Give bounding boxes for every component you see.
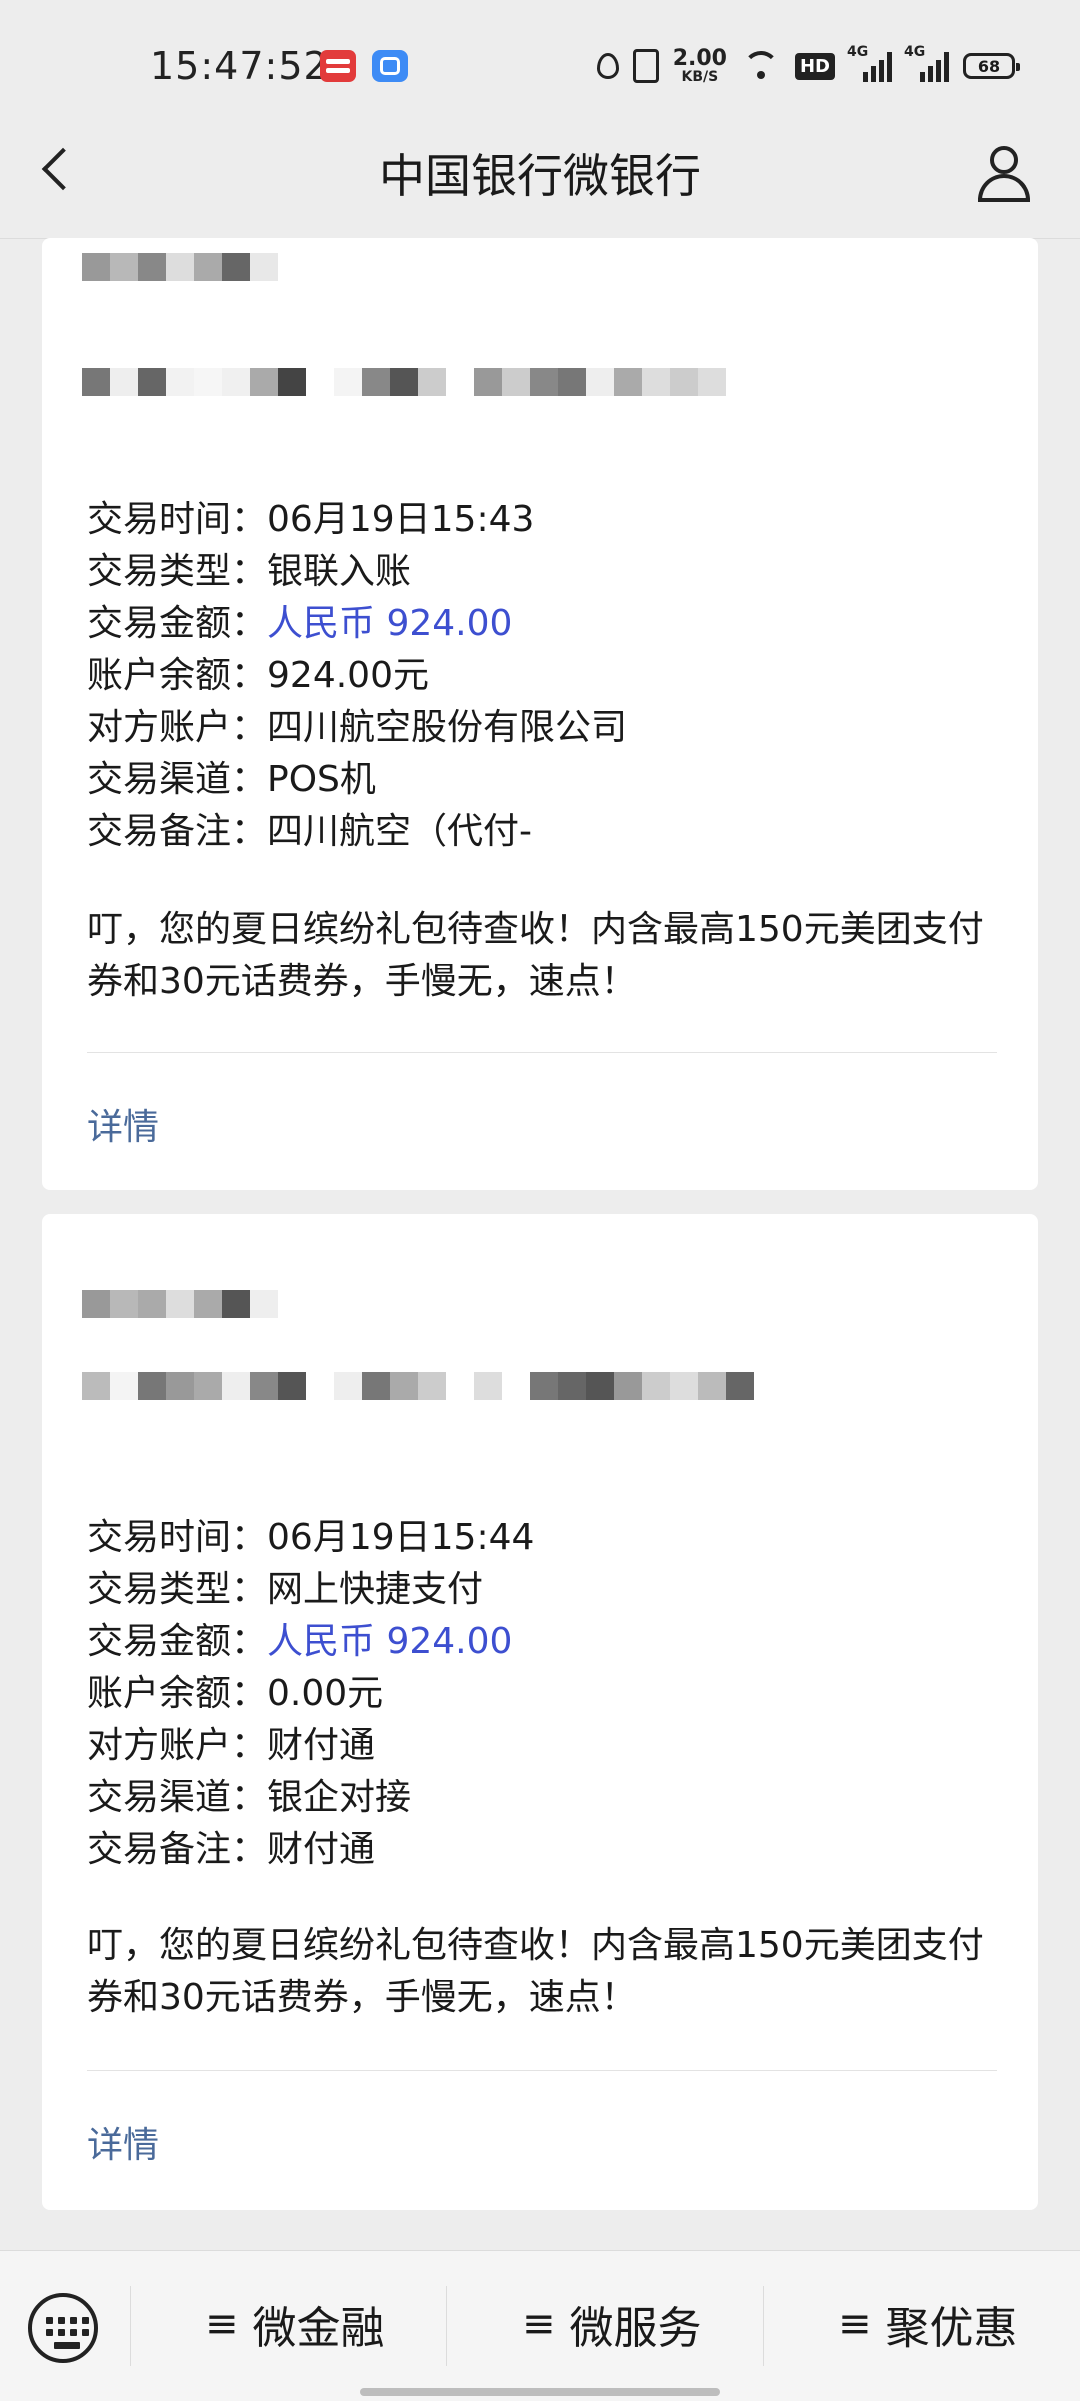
info-value: 06月19日15:43 [267,499,535,540]
menu-label: 微金融 [252,2303,385,2354]
card-divider [87,1052,997,1053]
info-label: 交易渠道： [87,1777,268,1818]
promo-text: 叮，您的夏日缤纷礼包待查收！内含最高150元美团支付券和30元话费券，手慢无，速… [87,1925,984,2018]
transaction-info: 交易时间： 06月19日15:44 交易类型： 网上快捷支付 交易金额： 人民币 92… [87,1512,534,1876]
info-row-counterparty: 对方账户： 财付通 [87,1720,534,1772]
menu-separator [130,2286,131,2366]
info-label: 账户余额： [87,1673,268,1714]
info-value: 网上快捷支付 [267,1569,484,1610]
info-label: 交易渠道： [87,759,268,800]
info-value: 银企对接 [267,1777,412,1818]
info-row-type: 交易类型： 银联入账 [87,546,627,598]
info-row-remark: 交易备注： 财付通 [87,1824,534,1876]
menu-list-icon: ≡ [205,2301,239,2347]
info-row-time: 交易时间： 06月19日15:44 [87,1512,534,1564]
battery-icon: 68 [963,53,1020,79]
network-speed-unit: KB/S [681,69,719,85]
menu-label: 聚优惠 [885,2303,1018,2354]
status-time: 15:47:52 [150,44,329,88]
info-value: 银联入账 [267,551,412,592]
info-row-channel: 交易渠道： 银企对接 [87,1772,534,1824]
info-value: 四川航空股份有限公司 [267,707,628,748]
menu-separator [446,2286,447,2366]
info-row-amount: 交易金额： 人民币 924.00 [87,598,627,650]
network-speed: 2.00 KB/S [672,46,727,85]
menu-weifuwu[interactable]: ≡ 微服务 [522,2289,702,2359]
menu-list-icon: ≡ [838,2301,872,2347]
info-label: 账户余额： [87,655,268,696]
transaction-info: 交易时间： 06月19日15:43 交易类型： 银联入账 交易金额： 人民币 924.… [87,494,627,858]
info-label: 交易备注： [87,1829,268,1870]
amount-value: 人民币 924.00 [267,1621,513,1662]
info-label: 交易金额： [87,603,268,644]
page-title: 中国银行微银行 [379,149,701,203]
notification-app-icon [320,50,356,82]
redacted-subtitle [82,368,726,396]
redacted-subtitle [82,1372,754,1400]
redacted-title [82,1290,278,1318]
info-row-time: 交易时间： 06月19日15:43 [87,494,627,546]
signal-label: 4G [847,44,869,60]
info-label: 对方账户： [87,707,268,748]
signal-label-2: 4G [904,44,926,60]
info-row-type: 交易类型： 网上快捷支付 [87,1564,534,1616]
menu-label: 微服务 [569,2303,702,2354]
vibrate-icon [632,49,659,83]
transaction-card: 交易时间： 06月19日15:44 交易类型： 网上快捷支付 交易金额： 人民币 92… [42,1214,1038,2210]
status-icons: 2.00 KB/S HD 4G 4G 68 [596,44,1020,88]
info-row-counterparty: 对方账户： 四川航空股份有限公司 [87,702,627,754]
water-drop-icon [596,53,619,79]
info-label: 交易时间： [87,1517,268,1558]
amount-value: 人民币 924.00 [267,603,513,644]
menu-list-icon: ≡ [522,2301,556,2347]
info-label: 交易金额： [87,1621,268,1662]
info-label: 交易类型： [87,551,268,592]
transaction-card: 交易时间： 06月19日15:43 交易类型： 银联入账 交易金额： 人民币 924.… [42,238,1038,1190]
info-label: 交易类型： [87,1569,268,1610]
notification-app-icon-2 [372,50,408,82]
signal-icon-2: 4G [904,44,949,82]
menu-juyouhui[interactable]: ≡ 聚优惠 [838,2289,1018,2359]
info-row-channel: 交易渠道： POS机 [87,754,627,806]
info-value: 0.00元 [267,1673,384,1714]
info-row-balance: 账户余额： 0.00元 [87,1668,534,1720]
promo-text: 叮，您的夏日缤纷礼包待查收！内含最高150元美团支付券和30元话费券，手慢无，速… [87,909,984,1002]
home-indicator[interactable] [360,2388,720,2396]
info-label: 对方账户： [87,1725,268,1766]
bottom-menu-bar: ≡ 微金融 ≡ 微服务 ≡ 聚优惠 [0,2250,1080,2401]
detail-link[interactable]: 详情 [87,2116,159,2168]
menu-weijinrong[interactable]: ≡ 微金融 [205,2289,385,2359]
info-value: 06月19日15:44 [267,1517,535,1558]
redacted-title [82,253,278,281]
info-value: POS机 [267,759,376,800]
user-icon[interactable] [976,144,1032,202]
menu-separator [763,2286,764,2366]
network-speed-value: 2.00 [672,46,727,71]
card-divider [87,2070,997,2071]
detail-link[interactable]: 详情 [87,1098,159,1150]
info-value: 四川航空（代付- [267,811,533,852]
keyboard-icon[interactable] [28,2293,98,2363]
hd-badge: HD [794,52,835,80]
info-row-amount: 交易金额： 人民币 924.00 [87,1616,534,1668]
info-value: 财付通 [267,1829,376,1870]
info-value: 财付通 [267,1725,376,1766]
info-label: 交易时间： [87,499,268,540]
wifi-icon [741,51,781,81]
signal-icon: 4G [847,44,892,82]
status-bar: 15:47:52 2.00 KB/S HD 4G 4G 68 [0,0,1080,135]
info-value: 924.00元 [267,655,429,696]
info-row-remark: 交易备注： 四川航空（代付- [87,806,627,858]
info-row-balance: 账户余额： 924.00元 [87,650,627,702]
info-label: 交易备注： [87,811,268,852]
